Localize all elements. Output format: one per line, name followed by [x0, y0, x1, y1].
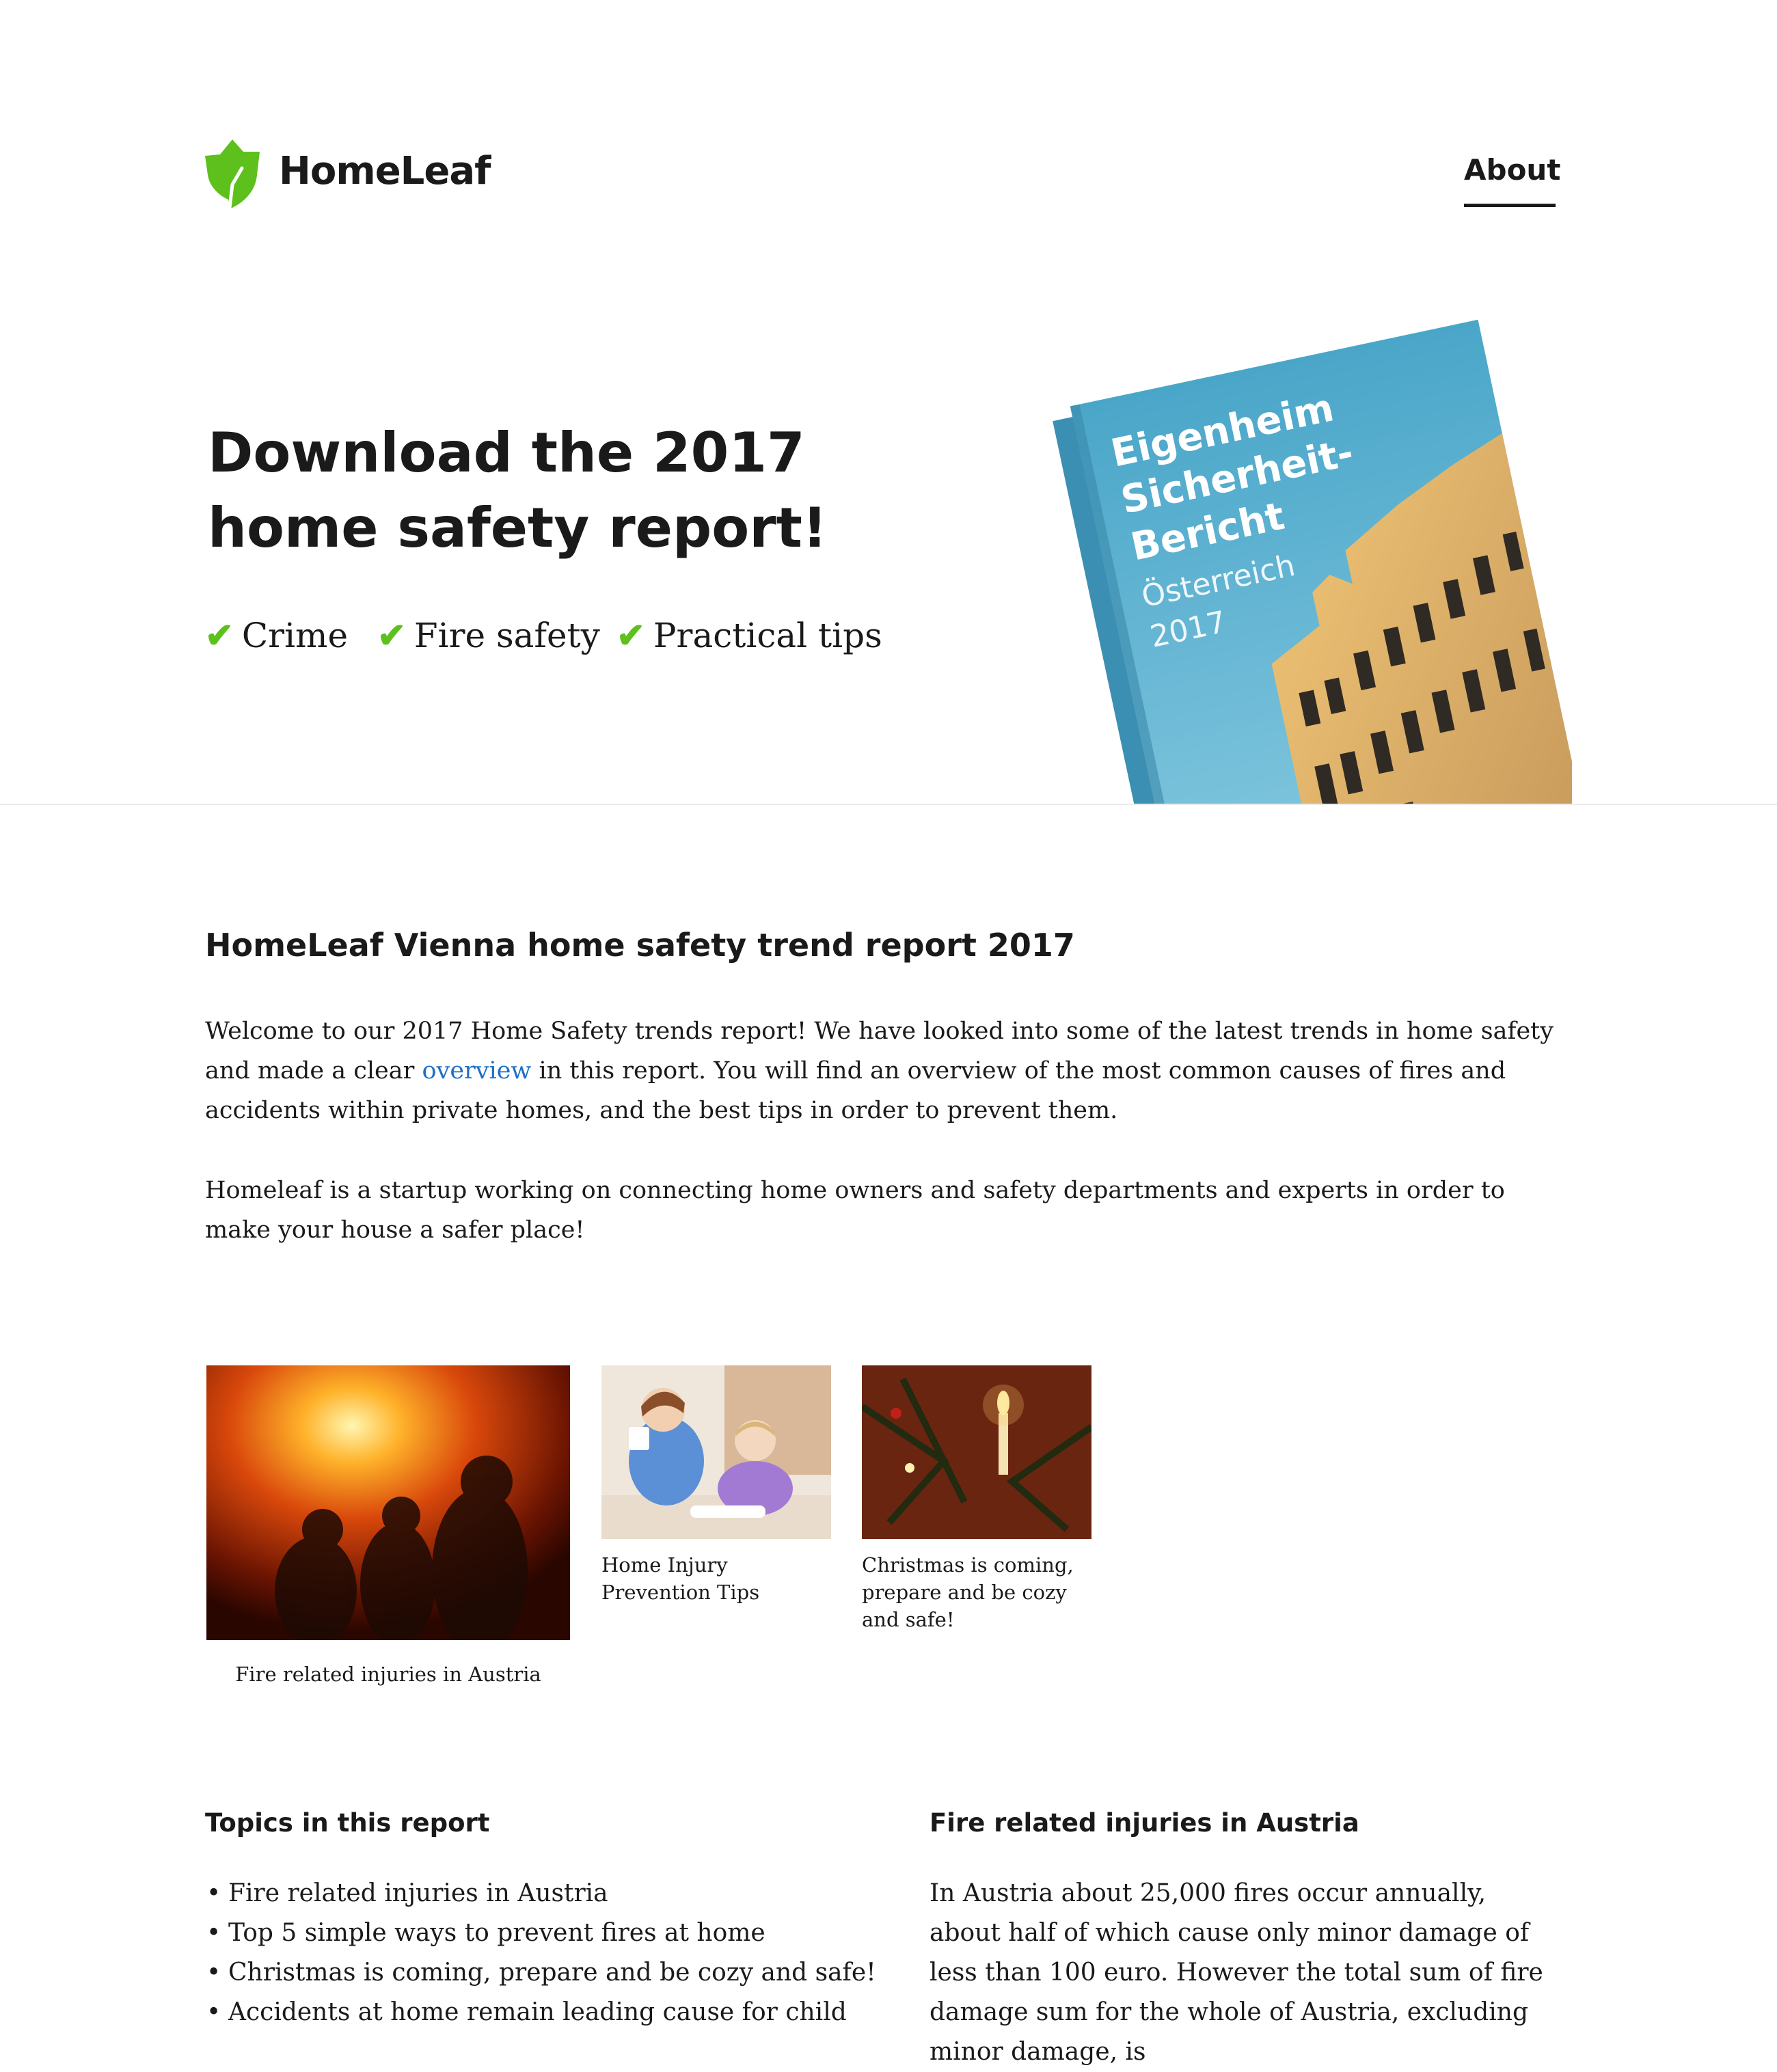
fire-section-text: In Austria about 25,000 fires occur annu… [930, 1879, 1543, 2066]
about-paragraph: Homeleaf is a startup working on connect… [205, 1177, 1505, 1244]
intro-paragraph: Welcome to our 2017 Home Safety trends r… [205, 1011, 1572, 1130]
topics-list: Fire related injuries in Austria Top 5 s… [205, 1874, 876, 2032]
christmas-candle-image[interactable] [862, 1365, 1091, 1539]
topics-title: Topics in this report [205, 1808, 490, 1838]
hero-title: Download the 2017 home safety report! [208, 415, 1069, 566]
check-icon: ✔ [205, 615, 234, 655]
card-caption-christmas[interactable]: Christmas is coming, prepare and be cozy… [862, 1551, 1091, 1633]
topic-item[interactable]: Top 5 simple ways to prevent fires at ho… [205, 1913, 854, 1953]
check-item-fire-safety: ✔ Fire safety [377, 615, 600, 655]
children-plug-image[interactable] [601, 1365, 831, 1539]
firefighters-image[interactable] [206, 1365, 570, 1640]
check-item-crime: ✔ Crime [205, 615, 348, 655]
check-label: Fire safety [413, 616, 600, 655]
card-caption-injury-tips[interactable]: Home Injury Prevention Tips [601, 1551, 820, 1606]
hero-title-line1: Download the 2017 [208, 421, 805, 485]
check-item-practical-tips: ✔ Practical tips [616, 615, 882, 655]
topic-item[interactable]: Fire related injuries in Austria [205, 1874, 854, 1913]
check-icon: ✔ [616, 615, 645, 655]
brand-name[interactable]: HomeLeaf [279, 149, 491, 193]
check-label: Practical tips [653, 616, 882, 655]
section-title: HomeLeaf Vienna home safety trend report… [205, 927, 1075, 964]
topic-item[interactable]: Christmas is coming, prepare and be cozy… [205, 1953, 876, 1993]
fire-section-title: Fire related injuries in Austria [930, 1808, 1359, 1838]
check-label: Crime [241, 616, 349, 655]
hero-title-line2: home safety report! [208, 496, 828, 560]
report-book-cover[interactable]: Eigenheim Sicherheit- Bericht Österreich… [1025, 273, 1572, 805]
overview-link[interactable]: overview [422, 1057, 531, 1085]
card-caption-fire[interactable]: Fire related injuries in Austria [206, 1661, 570, 1688]
nav-active-underline [1464, 204, 1556, 207]
hero-divider [0, 804, 1777, 805]
leaf-logo-icon[interactable] [202, 137, 264, 212]
check-icon: ✔ [377, 615, 406, 655]
nav-about-link[interactable]: About [1464, 153, 1560, 187]
topic-item[interactable]: Accidents at home remain leading cause f… [205, 1993, 854, 2032]
